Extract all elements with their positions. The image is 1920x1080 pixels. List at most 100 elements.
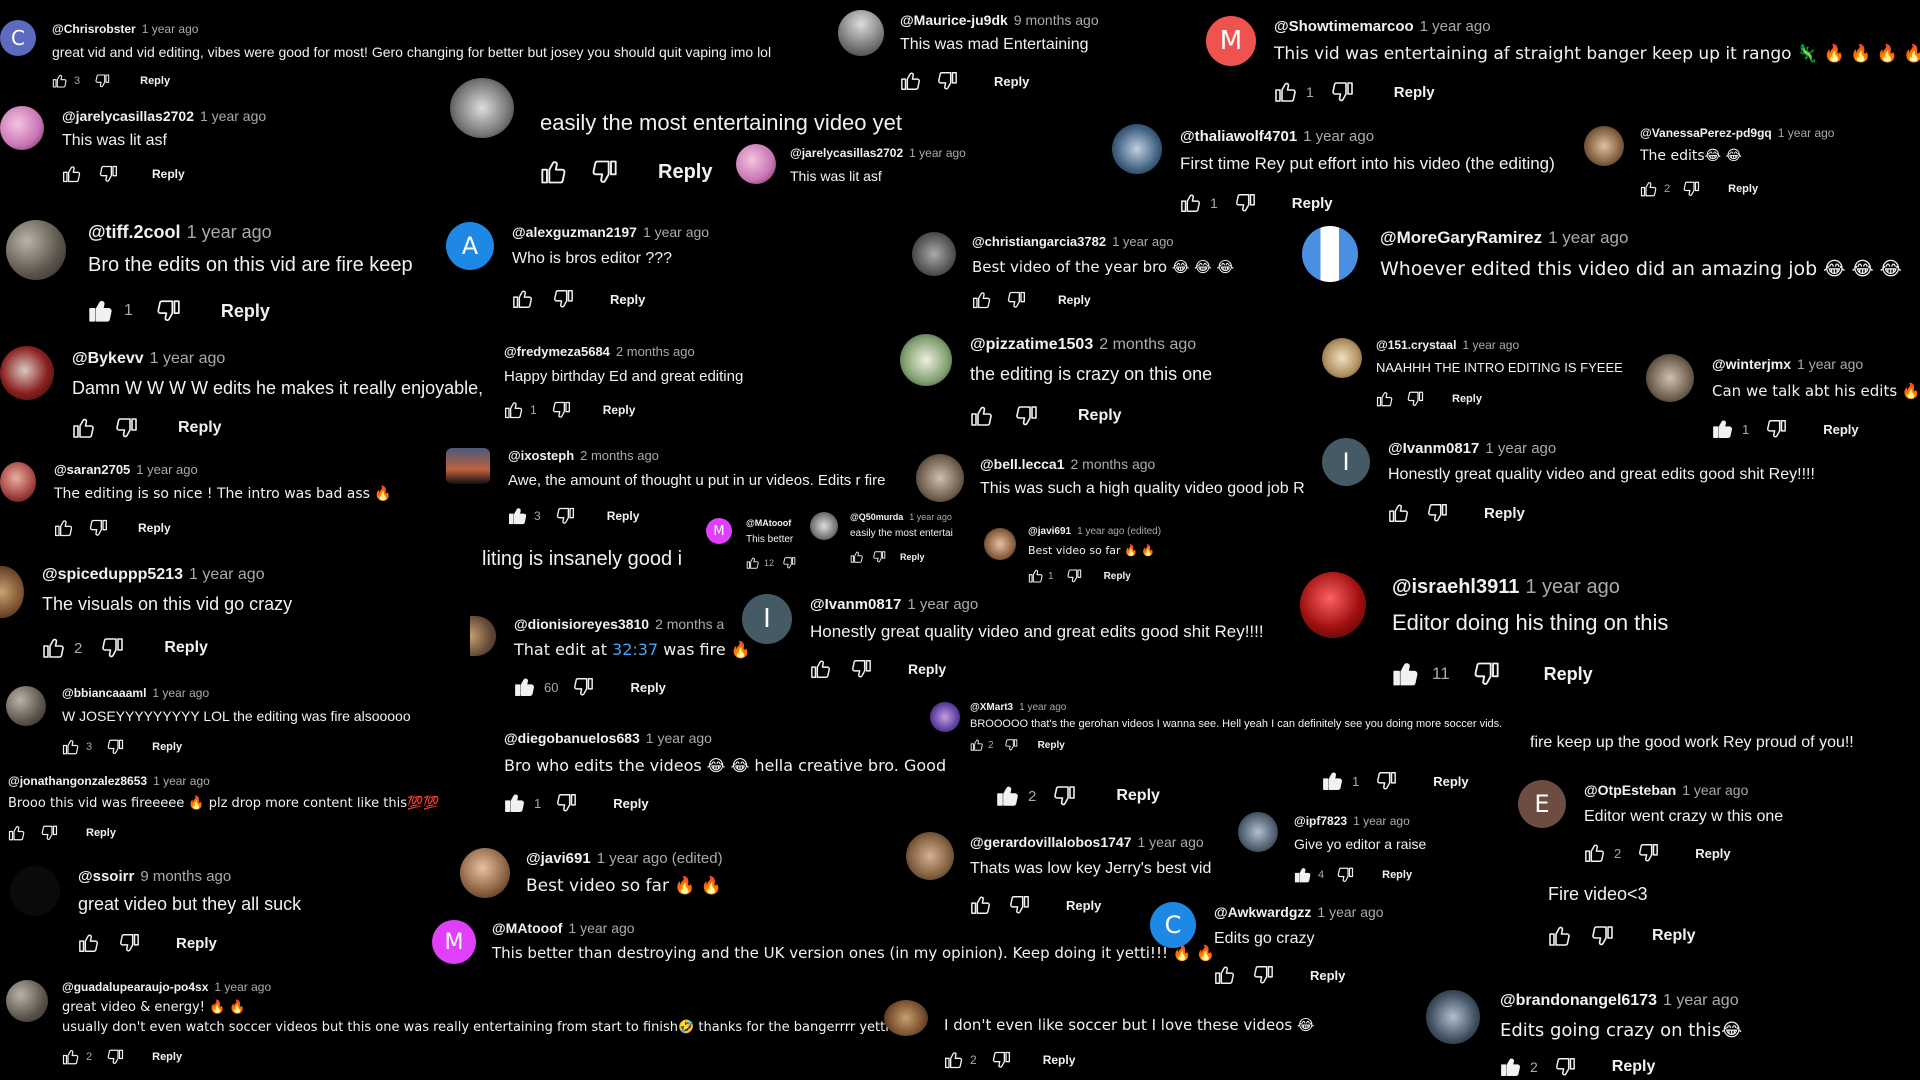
thumbs-down-icon[interactable] [1066, 568, 1082, 584]
thumbs-up-icon[interactable] [970, 738, 984, 752]
comment-time[interactable]: 2 months ago [616, 344, 695, 359]
comment-author[interactable]: @MAtooof [492, 920, 562, 936]
comment-author[interactable]: @spiceduppp5213 [42, 566, 183, 583]
comment-time[interactable]: 1 year ago [187, 222, 272, 242]
avatar[interactable] [10, 866, 60, 916]
thumbs-up-icon[interactable] [1712, 418, 1734, 440]
thumbs-up-icon[interactable] [54, 518, 74, 538]
comment-time[interactable]: 1 year ago [189, 566, 265, 583]
avatar[interactable]: M [1206, 16, 1256, 66]
thumbs-down-icon[interactable] [1375, 770, 1397, 792]
comment-author[interactable]: @guadalupearaujo-po4sx [62, 980, 208, 994]
comment-time[interactable]: 1 year ago [1019, 702, 1066, 713]
avatar[interactable] [450, 78, 514, 138]
comment-author[interactable]: @Maurice-ju9dk [900, 12, 1008, 28]
thumbs-down-icon[interactable] [1008, 894, 1030, 916]
thumbs-down-icon[interactable] [1426, 502, 1448, 524]
reply-button[interactable]: Reply [1484, 505, 1525, 522]
reply-button[interactable]: Reply [1043, 1053, 1076, 1067]
comment-author[interactable]: @Ivanm0817 [810, 596, 901, 613]
thumbs-down-icon[interactable] [100, 636, 124, 660]
avatar[interactable] [1302, 226, 1358, 282]
thumbs-down-icon[interactable] [94, 73, 110, 89]
reply-button[interactable]: Reply [603, 403, 636, 417]
comment-time[interactable]: 1 year ago [1420, 18, 1491, 35]
comment-time[interactable]: 1 year ago [1462, 338, 1519, 352]
reply-button[interactable]: Reply [908, 661, 946, 677]
avatar[interactable] [6, 686, 46, 726]
thumbs-down-icon[interactable] [114, 416, 138, 440]
thumbs-down-icon[interactable] [155, 298, 181, 324]
comment-time[interactable]: 1 year ago [214, 980, 271, 994]
thumbs-up-icon[interactable] [540, 158, 568, 186]
comment-author[interactable]: @winterjmx [1712, 356, 1791, 372]
avatar[interactable] [1238, 812, 1278, 852]
comment-author[interactable]: @jarelycasillas2702 [62, 108, 194, 124]
comment-time[interactable]: 2 months ago [1099, 336, 1196, 353]
thumbs-up-icon[interactable] [514, 676, 536, 698]
thumbs-up-icon[interactable] [850, 550, 864, 564]
reply-button[interactable]: Reply [1104, 571, 1131, 582]
reply-button[interactable]: Reply [176, 935, 217, 952]
comment-author[interactable]: @bell.lecca1 [980, 456, 1064, 472]
thumbs-down-icon[interactable] [991, 1050, 1011, 1070]
thumbs-up-icon[interactable] [1028, 568, 1044, 584]
avatar[interactable] [984, 528, 1016, 560]
thumbs-down-icon[interactable] [1765, 418, 1787, 440]
thumbs-up-icon[interactable] [810, 658, 832, 680]
thumbs-down-icon[interactable] [1682, 180, 1700, 198]
comment-author[interactable]: @javi691 [1028, 526, 1071, 537]
thumbs-up-icon[interactable] [72, 416, 96, 440]
thumbs-up-icon[interactable] [62, 738, 80, 756]
avatar[interactable] [0, 462, 36, 502]
reply-button[interactable]: Reply [1058, 293, 1091, 307]
comment-author[interactable]: @jonathangonzalez8653 [8, 774, 147, 788]
thumbs-up-icon[interactable] [1548, 924, 1572, 948]
thumbs-up-icon[interactable] [508, 506, 528, 526]
comment-author[interactable]: @brandonangel6173 [1500, 992, 1657, 1009]
comment-author[interactable]: @pizzatime1503 [970, 336, 1093, 353]
comment-time[interactable]: 9 months ago [140, 868, 231, 885]
thumbs-up-icon[interactable] [972, 290, 992, 310]
comment-author[interactable]: @jarelycasillas2702 [790, 146, 903, 160]
thumbs-up-icon[interactable] [504, 792, 526, 814]
thumbs-up-icon[interactable] [1180, 192, 1202, 214]
thumbs-up-icon[interactable] [1392, 660, 1420, 688]
thumbs-down-icon[interactable] [1330, 80, 1354, 104]
comment-time[interactable]: 1 year ago [1112, 234, 1173, 249]
reply-button[interactable]: Reply [900, 552, 925, 562]
thumbs-down-icon[interactable] [1234, 192, 1256, 214]
comment-author[interactable]: @israehl3911 [1392, 576, 1519, 598]
avatar[interactable] [470, 616, 496, 656]
avatar[interactable] [736, 144, 776, 184]
reply-button[interactable]: Reply [152, 741, 182, 753]
thumbs-down-icon[interactable] [98, 164, 118, 184]
thumbs-up-icon[interactable] [62, 1048, 80, 1066]
thumbs-up-icon[interactable] [1274, 80, 1298, 104]
avatar[interactable]: I [1322, 438, 1370, 486]
thumbs-down-icon[interactable] [572, 676, 594, 698]
reply-button[interactable]: Reply [1544, 664, 1593, 685]
comment-author[interactable]: @bbiancaaaml [62, 686, 146, 700]
reply-button[interactable]: Reply [1310, 968, 1345, 983]
reply-button[interactable]: Reply [1394, 84, 1435, 101]
comment-time[interactable]: 1 year ago [909, 512, 952, 522]
avatar[interactable] [1426, 990, 1480, 1044]
thumbs-up-icon[interactable] [1388, 502, 1410, 524]
avatar[interactable] [884, 1000, 928, 1036]
reply-button[interactable]: Reply [152, 1051, 182, 1063]
thumbs-up-icon[interactable] [1214, 964, 1236, 986]
reply-button[interactable]: Reply [164, 639, 208, 657]
comment-time[interactable]: 1 year ago [907, 596, 978, 613]
reply-button[interactable]: Reply [1292, 195, 1333, 212]
comment-time[interactable]: 1 year ago [1303, 128, 1374, 145]
reply-button[interactable]: Reply [221, 301, 270, 322]
comment-time[interactable]: 1 year ago (edited) [597, 850, 723, 867]
thumbs-down-icon[interactable] [555, 506, 575, 526]
comment-author[interactable]: @VanessaPerez-pd9gq [1640, 126, 1772, 140]
comment-time[interactable]: 1 year ago [1353, 814, 1410, 828]
comment-author[interactable]: @javi691 [526, 850, 591, 867]
avatar[interactable]: M [432, 920, 476, 964]
comment-time[interactable]: 1 year ago [1317, 904, 1383, 920]
thumbs-down-icon[interactable] [850, 658, 872, 680]
